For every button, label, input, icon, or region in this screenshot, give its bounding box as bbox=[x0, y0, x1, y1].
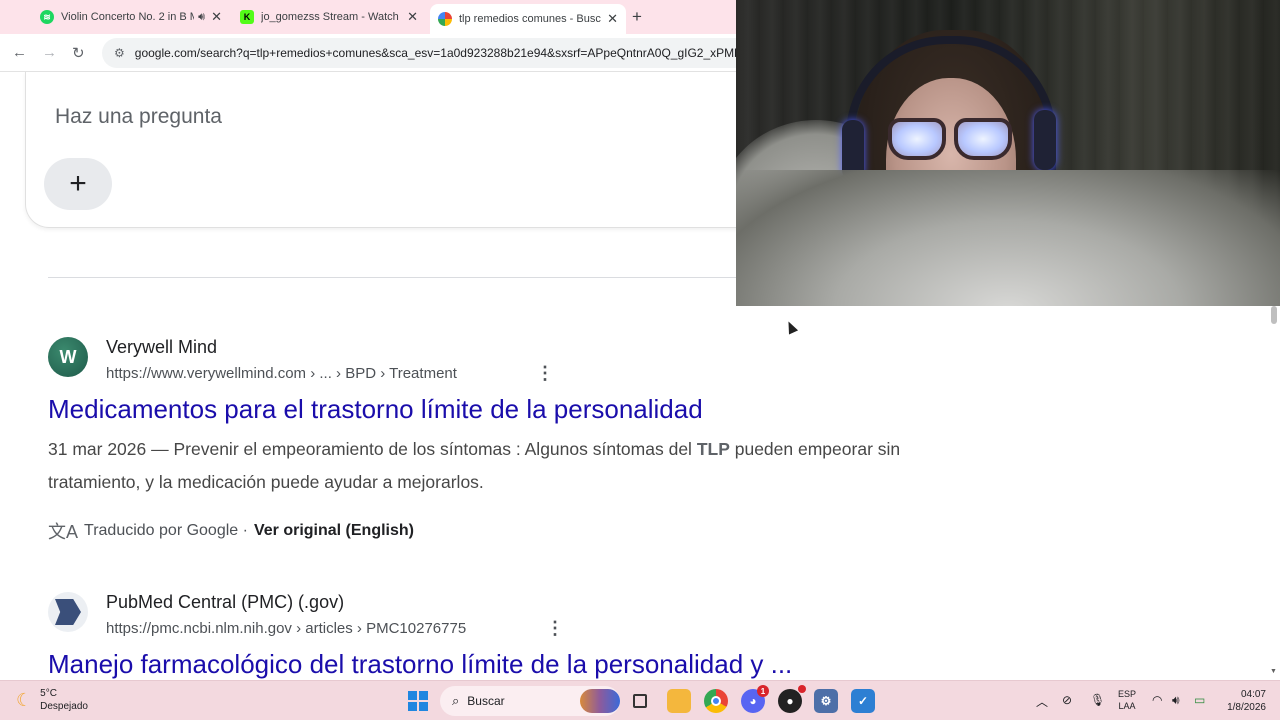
section-divider bbox=[48, 277, 748, 278]
spotify-icon: ≋ bbox=[40, 10, 54, 24]
widgets-illustration-icon[interactable] bbox=[580, 689, 620, 713]
webcam-glasses bbox=[888, 118, 1016, 162]
clock-date: 1/8/2026 bbox=[1227, 702, 1266, 713]
start-button[interactable] bbox=[408, 691, 428, 711]
question-placeholder[interactable]: Haz una pregunta bbox=[55, 105, 222, 129]
recording-dot bbox=[798, 685, 806, 693]
google-icon bbox=[438, 12, 452, 26]
notification-badge: 1 bbox=[757, 685, 769, 697]
weather-condition: Despejado bbox=[40, 701, 88, 712]
result-snippet: 31 mar 2026 — Prevenir el empeoramiento … bbox=[48, 433, 928, 499]
webcam-overlay bbox=[736, 0, 1280, 306]
settings-gear-icon[interactable]: ⚙ bbox=[814, 689, 838, 713]
result-title-link[interactable]: Medicamentos para el trastorno límite de… bbox=[48, 394, 703, 425]
show-hidden-icons-chevron-icon[interactable]: ︿ bbox=[1036, 693, 1048, 710]
obs-icon[interactable]: ● bbox=[778, 685, 806, 713]
volume-icon[interactable]: 🔊︎ bbox=[1172, 693, 1180, 708]
webcam-blanket bbox=[736, 170, 1280, 306]
result-site-name[interactable]: PubMed Central (PMC) (.gov) bbox=[106, 592, 344, 613]
close-tab-icon[interactable]: ✕ bbox=[211, 9, 222, 25]
tab-title: Violin Concerto No. 2 in B Minor bbox=[61, 11, 194, 23]
result-url[interactable]: https://pmc.ncbi.nlm.nih.gov › articles … bbox=[106, 620, 466, 637]
translation-note: 文A Traducido por Google · Ver original (… bbox=[48, 518, 414, 544]
pmc-favicon-icon bbox=[48, 592, 88, 632]
new-tab-button[interactable]: + bbox=[632, 7, 642, 27]
result-url[interactable]: https://www.verywellmind.com › ... › BPD… bbox=[106, 365, 457, 382]
snippet-text: 31 mar 2026 — Prevenir el empeoramiento … bbox=[48, 439, 697, 459]
search-label: Buscar bbox=[467, 694, 505, 708]
snippet-highlight: TLP bbox=[696, 439, 730, 459]
translated-label: Traducido por Google · bbox=[84, 522, 248, 539]
translate-icon: 文A bbox=[48, 522, 79, 542]
search-icon: ⌕ bbox=[452, 693, 460, 708]
scroll-down-arrow-icon[interactable]: ▼ bbox=[1270, 668, 1277, 675]
input-language[interactable]: ESP LAA bbox=[1118, 688, 1136, 712]
app-icon[interactable]: ✓ bbox=[851, 689, 875, 713]
moon-icon: ☾ bbox=[16, 689, 33, 710]
language-code: ESP bbox=[1118, 689, 1137, 699]
forward-button[interactable]: → bbox=[42, 44, 57, 61]
add-button[interactable]: + bbox=[44, 158, 112, 210]
wifi-icon[interactable]: ◠ bbox=[1152, 693, 1162, 707]
close-tab-icon[interactable]: ✕ bbox=[607, 11, 618, 27]
battery-icon[interactable]: ▭ bbox=[1194, 693, 1205, 707]
weather-widget[interactable]: ☾ 5°C Despejado bbox=[16, 687, 88, 713]
more-options-icon[interactable]: ⋮ bbox=[536, 363, 554, 384]
back-button[interactable]: ← bbox=[12, 44, 27, 61]
site-info-icon[interactable]: ⚙︎ bbox=[114, 46, 125, 60]
kick-icon: K bbox=[240, 10, 254, 24]
weather-temperature: 5°C bbox=[40, 688, 57, 699]
clock-time: 04:07 bbox=[1240, 689, 1266, 700]
scrollbar-thumb[interactable] bbox=[1271, 306, 1277, 324]
address-text: google.com/search?q=tlp+remedios+comunes… bbox=[134, 46, 762, 60]
file-explorer-icon[interactable] bbox=[667, 689, 691, 713]
search-result: PubMed Central (PMC) (.gov) https://pmc.… bbox=[48, 592, 948, 682]
headset-earcup bbox=[1034, 110, 1056, 170]
ai-question-box[interactable]: Haz una pregunta + bbox=[25, 72, 785, 228]
reload-button[interactable]: ↻ bbox=[72, 44, 85, 62]
tab-stream[interactable]: K jo_gomezss Stream - Watch Live ✕ bbox=[232, 4, 426, 30]
glasses-lens bbox=[888, 118, 946, 160]
task-view-icon[interactable] bbox=[628, 689, 652, 713]
tab-violin-concerto[interactable]: ≋ Violin Concerto No. 2 in B Minor 🔊︎ ✕ bbox=[32, 4, 230, 30]
view-original-link[interactable]: Ver original (English) bbox=[254, 522, 414, 540]
result-title-link[interactable]: Manejo farmacológico del trastorno límit… bbox=[48, 649, 792, 680]
verywell-favicon-icon: W bbox=[48, 337, 88, 377]
tab-title: jo_gomezss Stream - Watch Live bbox=[261, 11, 401, 23]
discord-icon[interactable]: ◕ 1 bbox=[741, 685, 769, 713]
more-options-icon[interactable]: ⋮ bbox=[546, 618, 564, 639]
result-site-name[interactable]: Verywell Mind bbox=[106, 337, 217, 358]
system-clock[interactable]: 04:07 1/8/2026 bbox=[1218, 688, 1266, 714]
chrome-icon[interactable] bbox=[704, 689, 728, 713]
close-tab-icon[interactable]: ✕ bbox=[407, 9, 418, 25]
search-result: W Verywell Mind https://www.verywellmind… bbox=[48, 337, 948, 547]
tab-title: tlp remedios comunes - Buscar bbox=[459, 13, 602, 25]
network-disconnected-icon[interactable]: ⊘ bbox=[1062, 693, 1072, 707]
mouse-cursor-icon bbox=[783, 319, 799, 335]
glasses-lens bbox=[954, 118, 1012, 160]
speaker-icon[interactable]: 🔊︎ bbox=[198, 11, 205, 24]
page-scrollbar[interactable] bbox=[1268, 306, 1280, 680]
keyboard-layout: LAA bbox=[1118, 701, 1136, 711]
microphone-icon[interactable]: 🎙︎ bbox=[1090, 693, 1105, 707]
tab-google-search[interactable]: tlp remedios comunes - Buscar ✕ bbox=[430, 4, 626, 34]
windows-taskbar: ☾ 5°C Despejado ⌕ Buscar ◕ 1 ● ⚙ ✓ ︿ ⊘ 🎙… bbox=[0, 680, 1280, 720]
